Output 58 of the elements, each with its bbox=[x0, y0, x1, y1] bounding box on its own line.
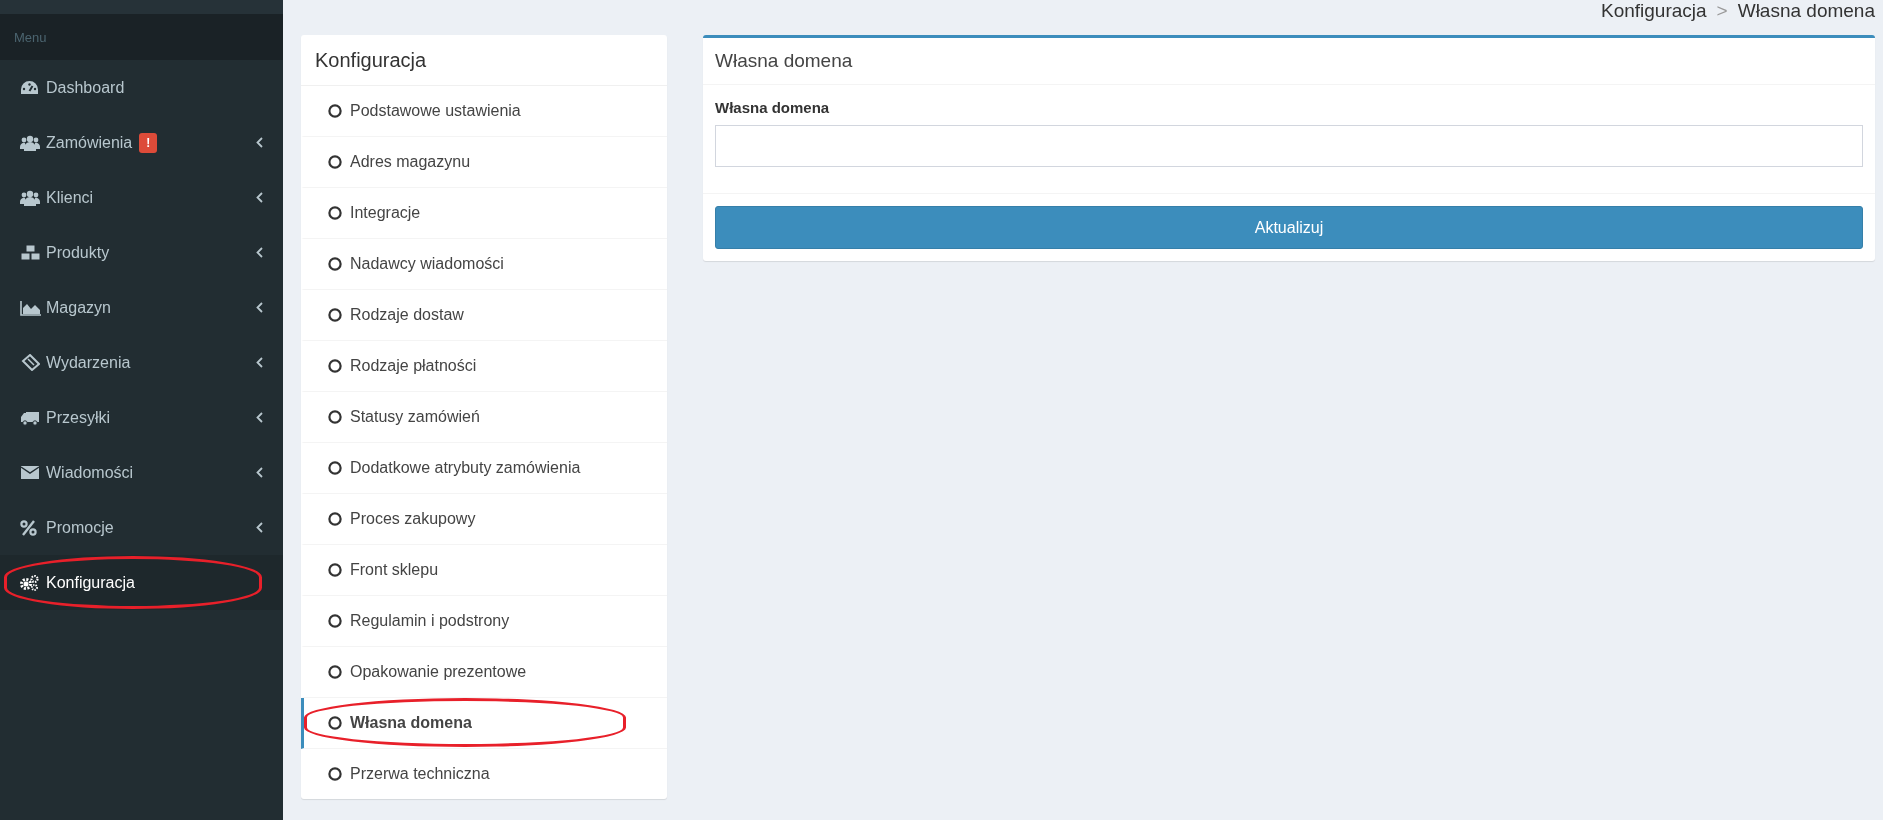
field-label: Własna domena bbox=[715, 99, 831, 116]
breadcrumb-item: Własna domena bbox=[1737, 0, 1875, 22]
update-button[interactable]: Aktualizuj bbox=[715, 206, 1863, 249]
circle-icon bbox=[328, 614, 342, 628]
input-field[interactable] bbox=[715, 125, 1863, 167]
sidebar-item[interactable]: Klienci bbox=[0, 170, 283, 225]
circle-icon bbox=[328, 563, 342, 577]
percent-icon bbox=[20, 519, 37, 536]
sidebar-item[interactable]: Wiadomości bbox=[0, 445, 283, 500]
circle-icon bbox=[328, 155, 342, 169]
circle-icon bbox=[328, 308, 342, 322]
gears-icon bbox=[20, 574, 39, 591]
circle-icon bbox=[328, 206, 342, 220]
config-menu-item[interactable]: Rodzaje dostaw bbox=[301, 290, 667, 341]
config-menu-item[interactable]: Rodzaje płatności bbox=[301, 341, 667, 392]
sidebar-item[interactable]: Konfiguracja bbox=[0, 555, 283, 610]
circle-icon bbox=[328, 461, 342, 475]
cubes-icon bbox=[20, 244, 41, 261]
circle-icon bbox=[328, 410, 342, 424]
breadcrumb-item[interactable]: Konfiguracja bbox=[1600, 0, 1707, 22]
sidebar-item[interactable]: Zamówienia ! bbox=[0, 115, 283, 170]
sidebar-item[interactable]: Dashboard bbox=[0, 60, 283, 115]
config-menu-item[interactable]: Opakowanie prezentowe bbox=[301, 647, 667, 698]
panel-title: Konfiguracja bbox=[301, 35, 667, 86]
area-chart-icon bbox=[20, 299, 41, 316]
config-menu-item[interactable]: Nadawcy wiadomości bbox=[301, 239, 667, 290]
circle-icon bbox=[328, 359, 342, 373]
ticket-icon bbox=[20, 354, 40, 371]
circle-icon bbox=[328, 665, 342, 679]
sidebar-item[interactable]: Przesyłki bbox=[0, 390, 283, 445]
panel-title: Własna domena bbox=[703, 38, 1875, 85]
circle-icon bbox=[328, 767, 342, 781]
gauge-icon bbox=[20, 79, 39, 96]
circle-icon bbox=[328, 257, 342, 271]
sidebar-item[interactable]: Wydarzenia bbox=[0, 335, 283, 390]
sidebar-item[interactable]: Promocje bbox=[0, 500, 283, 555]
config-menu-item[interactable]: Dodatkowe atrybuty zamówienia bbox=[301, 443, 667, 494]
alert-badge: ! bbox=[139, 132, 158, 153]
config-menu-item[interactable]: Front sklepu bbox=[301, 545, 667, 596]
envelope-icon bbox=[20, 465, 40, 480]
config-menu-item[interactable]: Podstawowe ustawienia bbox=[301, 86, 667, 137]
config-menu-item[interactable]: Własna domena bbox=[301, 698, 667, 749]
circle-icon bbox=[328, 716, 342, 730]
users-icon bbox=[20, 189, 40, 206]
config-menu-item[interactable]: Adres magazynu bbox=[301, 137, 667, 188]
circle-icon bbox=[328, 512, 342, 526]
breadcrumb-separator: > bbox=[1716, 0, 1728, 22]
config-menu-item[interactable]: Proces zakupowy bbox=[301, 494, 667, 545]
sidebar-item[interactable]: Produkty bbox=[0, 225, 283, 280]
users-icon bbox=[20, 134, 40, 151]
circle-icon bbox=[328, 104, 342, 118]
truck-icon bbox=[20, 409, 40, 426]
config-menu-item[interactable]: Statusy zamówień bbox=[301, 392, 667, 443]
config-menu-item[interactable]: Integracje bbox=[301, 188, 667, 239]
sidebar-item[interactable]: Magazyn bbox=[0, 280, 283, 335]
config-menu-item[interactable]: Regulamin i podstrony bbox=[301, 596, 667, 647]
menu-heading: Menu bbox=[14, 29, 47, 45]
config-menu-item[interactable]: Przerwa techniczna bbox=[301, 749, 667, 799]
